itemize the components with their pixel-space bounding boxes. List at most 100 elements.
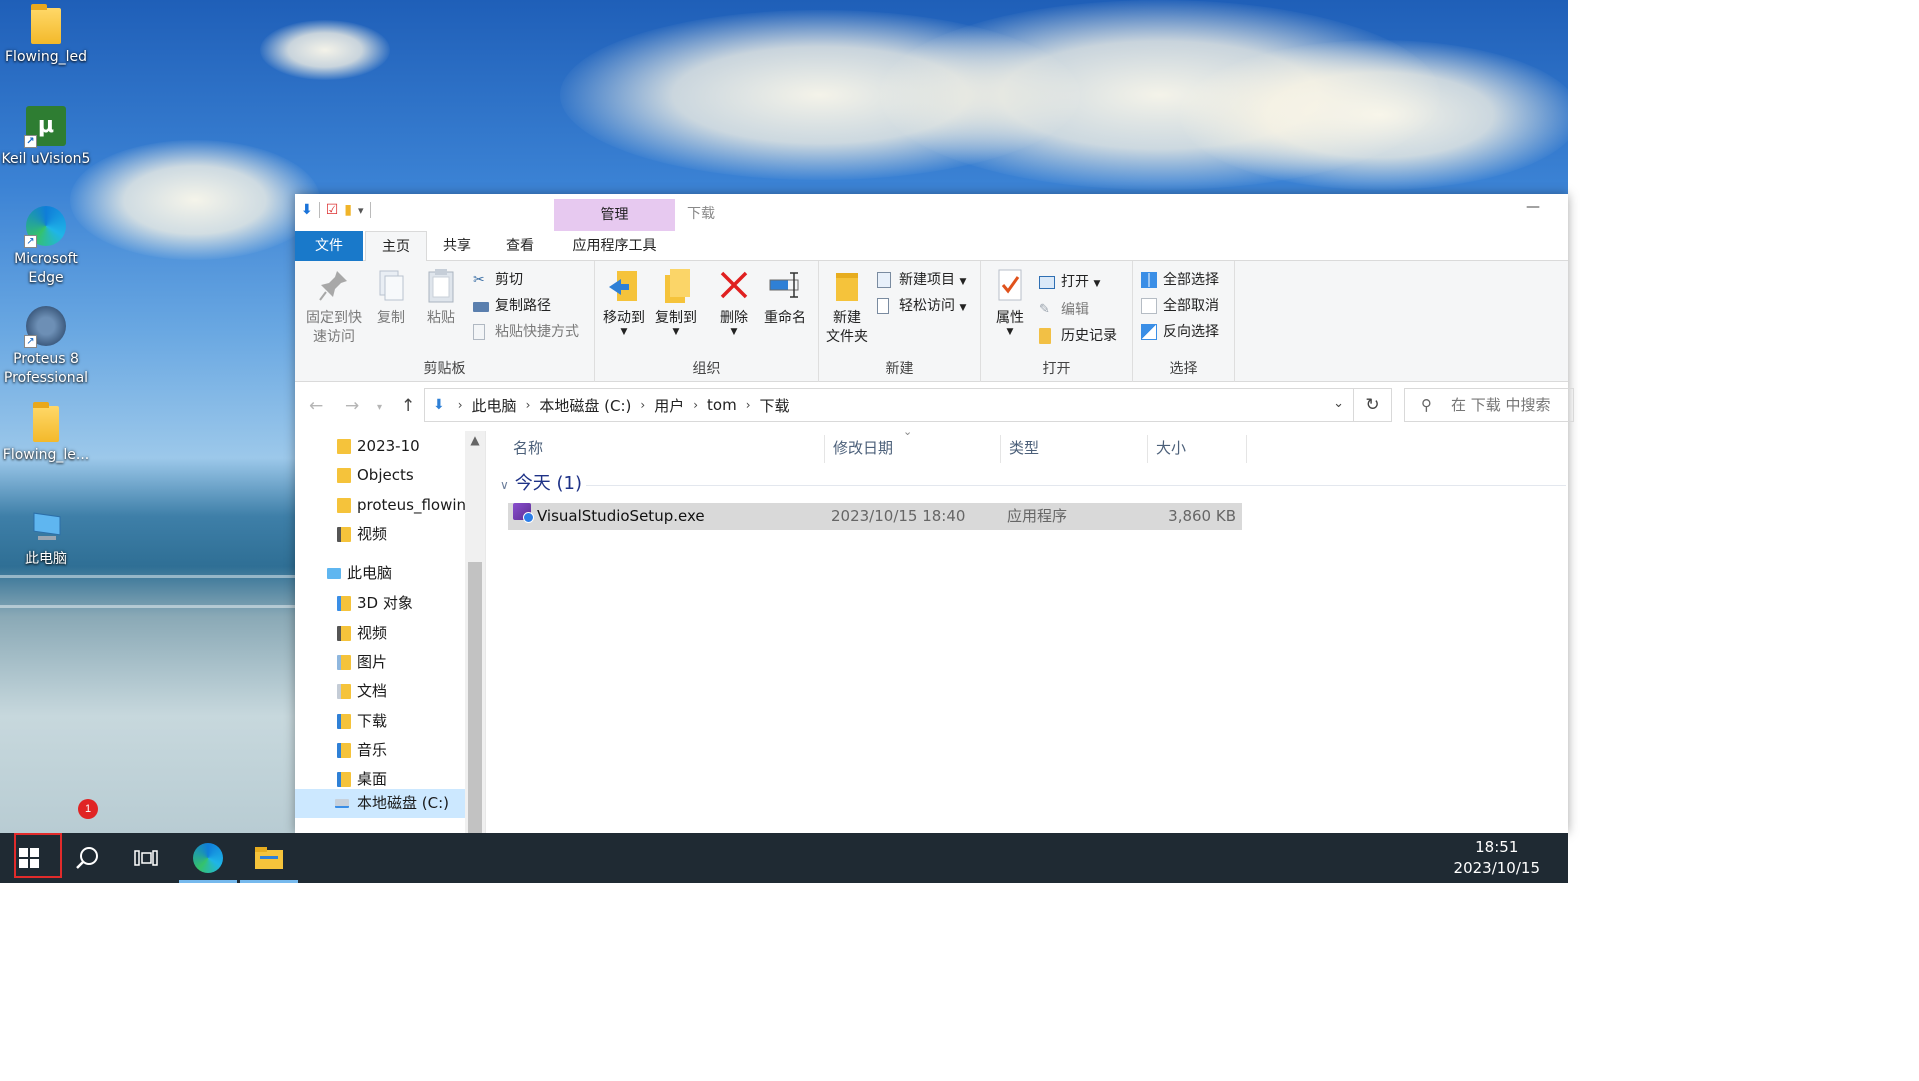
select-none-button[interactable]: 全部取消: [1141, 295, 1219, 317]
open-label: 打开: [1061, 274, 1089, 290]
properties-check-icon[interactable]: ☑: [326, 202, 339, 218]
taskbar: 18:51 2023/10/15: [0, 833, 1568, 883]
new-folder-icon[interactable]: ▮: [344, 202, 352, 218]
folder-icon: [337, 468, 351, 483]
properties-button[interactable]: 属性 ▼: [991, 267, 1029, 337]
select-all-button[interactable]: 全部选择: [1141, 269, 1219, 291]
tab-home[interactable]: 主页: [365, 231, 427, 262]
nav-item-objects[interactable]: Objects: [295, 461, 465, 490]
forward-button[interactable]: →: [345, 396, 359, 416]
address-history-chevron-icon[interactable]: ⌄: [1333, 396, 1344, 411]
column-header-modified[interactable]: 修改日期: [833, 431, 893, 465]
wallpaper-wave: [0, 575, 300, 578]
down-arrow-icon[interactable]: ⬇: [301, 202, 313, 218]
taskbar-edge-button[interactable]: [179, 833, 237, 883]
customize-toolbar-chevron-icon[interactable]: ▾: [358, 204, 364, 217]
breadcrumb-tom[interactable]: tom: [707, 396, 737, 414]
pin-label-line2: 速访问: [313, 329, 355, 345]
group-header-today[interactable]: ∨ 今天 (1): [500, 471, 582, 498]
manage-context-tab[interactable]: 管理: [554, 199, 675, 231]
open-window-icon: [1039, 276, 1055, 289]
nav-item-local-disk-c[interactable]: 本地磁盘 (C:): [295, 789, 465, 818]
shortcut-arrow-icon: ↗: [24, 335, 37, 348]
nav-item-videos-quick[interactable]: 视频: [295, 520, 465, 549]
nav-pane-scrollbar[interactable]: ▲: [465, 431, 485, 833]
column-header-size[interactable]: 大小: [1156, 431, 1186, 465]
nav-item-downloads[interactable]: 下载: [295, 707, 465, 736]
new-item-button[interactable]: 新建项目 ▼: [877, 269, 966, 291]
paste-shortcut-button[interactable]: 粘贴快捷方式: [473, 321, 579, 343]
open-button[interactable]: 打开 ▼: [1039, 271, 1100, 293]
nav-item-music[interactable]: 音乐: [295, 736, 465, 765]
column-header-name[interactable]: 名称: [513, 431, 543, 465]
nav-item-videos[interactable]: 视频: [295, 619, 465, 648]
delete-button[interactable]: 删除 ▼: [715, 267, 753, 337]
file-row-visualstudiosetup[interactable]: VisualStudioSetup.exe 2023/10/15 18:40 应…: [508, 503, 1242, 530]
select-group: 全部选择 全部取消 反向选择 选择: [1133, 261, 1235, 382]
minimize-button[interactable]: —: [1526, 199, 1540, 215]
copy-path-button[interactable]: 复制路径: [473, 295, 551, 317]
task-view-icon: [134, 850, 158, 866]
back-button[interactable]: ←: [309, 396, 323, 416]
desktop-icon-flowing-led[interactable]: Flowing_led: [0, 4, 92, 67]
dropdown-caret-icon: ▼: [959, 277, 967, 287]
select-none-icon: [1141, 298, 1157, 314]
tab-share[interactable]: 共享: [431, 231, 483, 261]
desktop-icon-edge[interactable]: ↗ Microsoft Edge: [0, 206, 92, 288]
copy-to-button[interactable]: 复制到 ▼: [651, 267, 701, 337]
folder-icon: [31, 4, 61, 44]
nav-item-this-pc[interactable]: 此电脑: [295, 559, 465, 588]
breadcrumb-users[interactable]: 用户: [654, 395, 684, 416]
search-button[interactable]: [58, 833, 116, 883]
edit-button[interactable]: ✎ 编辑: [1039, 299, 1089, 321]
column-separator[interactable]: [1246, 435, 1247, 463]
column-separator[interactable]: [1147, 435, 1148, 463]
column-separator[interactable]: [1000, 435, 1001, 463]
nav-item-label: 视频: [357, 624, 388, 642]
task-view-button[interactable]: [117, 833, 175, 883]
scrollbar-thumb[interactable]: [468, 562, 482, 833]
column-header-type[interactable]: 类型: [1009, 431, 1039, 465]
nav-item-label: Objects: [357, 466, 414, 484]
search-icon: [76, 847, 98, 869]
tab-file[interactable]: 文件: [295, 231, 363, 261]
address-bar[interactable]: ⬇ › 此电脑 › 本地磁盘 (C:) › 用户 › tom › 下载 ⌄: [424, 388, 1354, 422]
move-to-button[interactable]: 移动到 ▼: [599, 267, 649, 337]
new-folder-label-line1: 新建: [833, 310, 861, 326]
recent-locations-chevron-icon[interactable]: ▾: [377, 402, 382, 413]
easy-access-button[interactable]: 轻松访问 ▼: [877, 295, 966, 317]
new-folder-button[interactable]: 新建 文件夹: [823, 267, 871, 347]
nav-item-documents[interactable]: 文档: [295, 677, 465, 706]
system-clock[interactable]: 18:51 2023/10/15: [1454, 837, 1540, 879]
nav-item-proteus-flowing[interactable]: proteus_flowing: [295, 491, 465, 520]
desktop-icon-label: Microsoft Edge: [14, 251, 78, 286]
invert-selection-button[interactable]: 反向选择: [1141, 321, 1219, 343]
paste-button[interactable]: 粘贴: [421, 267, 461, 328]
desktop-icon-this-pc[interactable]: 此电脑: [0, 506, 92, 569]
copy-button[interactable]: 复制: [371, 267, 411, 328]
desktop-icon-flowing-le[interactable]: Flowing_le...: [0, 402, 92, 465]
breadcrumb-local-disk[interactable]: 本地磁盘 (C:): [539, 395, 631, 416]
tab-view[interactable]: 查看: [491, 231, 549, 261]
pin-quick-access-button[interactable]: 固定到快 速访问: [303, 267, 365, 347]
tab-app-tools[interactable]: 应用程序工具: [554, 231, 675, 261]
clock-date: 2023/10/15: [1453, 859, 1540, 877]
nav-item-2023-10[interactable]: 2023-10: [295, 432, 465, 461]
column-separator[interactable]: [824, 435, 825, 463]
nav-item-pictures[interactable]: 图片: [295, 648, 465, 677]
desktop-icon-proteus[interactable]: ↗ Proteus 8 Professional: [0, 306, 92, 388]
breadcrumb-downloads[interactable]: 下载: [760, 395, 790, 416]
nav-item-3d-objects[interactable]: 3D 对象: [295, 589, 465, 618]
refresh-button[interactable]: ↻: [1354, 388, 1392, 422]
taskbar-file-explorer-button[interactable]: [240, 833, 298, 883]
cut-button[interactable]: ✂ 剪切: [473, 269, 523, 291]
scroll-up-arrow-icon[interactable]: ▲: [465, 433, 485, 447]
history-button[interactable]: 历史记录: [1039, 325, 1117, 347]
desktop-icon-keil[interactable]: μ ↗ Keil uVision5: [0, 106, 92, 169]
music-folder-icon: [337, 743, 351, 758]
rename-button[interactable]: 重命名: [761, 267, 809, 328]
edit-label: 编辑: [1061, 302, 1089, 318]
search-box[interactable]: ⚲ 在 下载 中搜索: [1404, 388, 1574, 422]
breadcrumb-this-pc[interactable]: 此电脑: [472, 395, 517, 416]
up-button[interactable]: ↑: [401, 396, 415, 416]
